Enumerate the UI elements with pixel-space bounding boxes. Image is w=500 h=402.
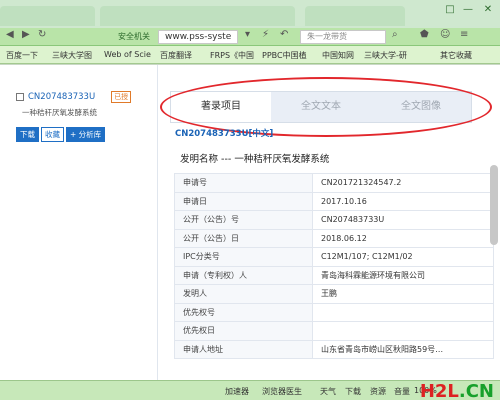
accelerator-item[interactable]: 加速器 <box>225 386 249 397</box>
invention-name-label: 发明名称 --- <box>180 154 232 165</box>
volume-item[interactable]: 音量 <box>394 386 410 397</box>
bookmark-item-other[interactable]: 其它收藏 <box>440 50 472 61</box>
watermark-logo: H2L.CN <box>419 381 494 402</box>
search-input[interactable]: 朱一龙带货 <box>300 30 386 44</box>
table-row: IPC分类号 C12M1/107; C12M1/02 <box>174 247 494 267</box>
refresh-icon[interactable]: ↻ <box>38 29 46 40</box>
bookmark-item[interactable]: PPBC中国植 <box>262 50 307 61</box>
close-button[interactable]: ✕ <box>480 4 496 16</box>
row-key: 申请（专利权）人 <box>174 265 313 285</box>
menu-icon[interactable]: ≡ <box>460 29 468 40</box>
table-row: 申请（专利权）人 青岛海科霖能源环境有限公司 <box>174 265 494 285</box>
row-key: 公开（公告）号 <box>174 210 313 230</box>
browser-tab-1[interactable] <box>0 6 95 26</box>
address-toolbar: ◀ ▶ ↻ 安全机关 www.pss-syste ▾ ⚡ ↶ 朱一龙带货 ⌕ ⬟… <box>0 28 500 46</box>
result-checkbox[interactable] <box>16 93 24 101</box>
status-badge: 已授 <box>111 91 132 103</box>
lightning-icon[interactable]: ⚡ <box>262 29 269 40</box>
browser-doctor-item[interactable]: 浏览器医生 <box>262 386 302 397</box>
row-key: 优先权日 <box>174 321 313 341</box>
back-icon[interactable]: ◀ <box>6 29 14 40</box>
resource-item[interactable]: 资源 <box>370 386 386 397</box>
forward-icon[interactable]: ▶ <box>22 29 30 40</box>
patent-number-link[interactable]: CN207483733U <box>28 92 95 102</box>
row-value: 王鹏 <box>312 284 494 304</box>
row-key: 优先权号 <box>174 302 313 322</box>
browser-tab-3[interactable] <box>305 6 405 26</box>
table-row: 优先权日 <box>174 321 494 341</box>
row-value: C12M1/107; C12M1/02 <box>312 247 494 267</box>
download-button[interactable]: 下载 <box>16 127 39 142</box>
table-row: 申请人地址 山东省青岛市崂山区秋阳路59号… <box>174 339 494 359</box>
favorite-button[interactable]: 收藏 <box>41 127 64 142</box>
detail-panel: 著录项目 全文文本 全文图像 CN207483733U[中文] 发明名称 ---… <box>160 65 494 381</box>
minimize-button[interactable]: — <box>460 4 476 16</box>
bookmarks-bar: 百度一下 三峡大学图 Web of Scie 百度翻译 FRPS《中国 PPBC… <box>0 46 500 64</box>
invention-name: 发明名称 --- 一种秸秆厌氧发酵系统 <box>180 151 329 165</box>
add-analysis-button[interactable]: + 分析库 <box>66 127 106 142</box>
user-icon[interactable]: ☺ <box>440 29 450 40</box>
table-row: 公开（公告）号 CN207483733U <box>174 210 494 230</box>
row-key: 申请号 <box>174 173 313 193</box>
bookmark-item[interactable]: 三峡大学图 <box>52 50 92 61</box>
table-row: 公开（公告）日 2018.06.12 <box>174 228 494 248</box>
bookmark-item[interactable]: 百度翻译 <box>160 50 192 61</box>
row-value: 2018.06.12 <box>312 228 494 248</box>
row-key: 发明人 <box>174 284 313 304</box>
security-label[interactable]: 安全机关 <box>118 31 150 42</box>
patent-short-title[interactable]: 一种秸秆厌氧发酵系统 <box>22 107 97 118</box>
maximize-button[interactable]: □ <box>442 4 458 16</box>
table-row: 申请号 CN201721324547.2 <box>174 173 494 193</box>
bookmark-item[interactable]: 百度一下 <box>6 50 38 61</box>
invention-name-value: 一种秸秆厌氧发酵系统 <box>234 154 330 165</box>
result-list-panel: CN207483733U 已授 一种秸秆厌氧发酵系统 下载 收藏 + 分析库 <box>0 65 158 381</box>
row-key: 申请日 <box>174 191 313 211</box>
row-value: 山东省青岛市崂山区秋阳路59号… <box>312 339 494 359</box>
history-icon[interactable]: ↶ <box>280 29 288 40</box>
weather-item[interactable]: 天气 <box>320 386 336 397</box>
row-value: 青岛海科霖能源环境有限公司 <box>312 265 494 285</box>
browser-title-strip: □ — ✕ <box>0 0 500 28</box>
bookmark-item[interactable]: 三峡大学-研 <box>364 50 407 61</box>
extension-icon[interactable]: ⬟ <box>420 29 429 40</box>
page-content: CN207483733U 已授 一种秸秆厌氧发酵系统 下载 收藏 + 分析库 著… <box>0 64 500 381</box>
row-value <box>312 302 494 322</box>
row-value: 2017.10.16 <box>312 191 494 211</box>
row-value <box>312 321 494 341</box>
download-item[interactable]: 下载 <box>345 386 361 397</box>
scrollbar[interactable] <box>490 165 498 245</box>
status-bar: 加速器 浏览器医生 天气 下载 资源 音量 100% H2L.CN <box>0 380 500 402</box>
patent-header: CN207483733U[中文] <box>175 129 274 139</box>
row-key: 公开（公告）日 <box>174 228 313 248</box>
bookmark-item[interactable]: FRPS《中国 <box>210 50 254 61</box>
bookmark-item[interactable]: 中国知网 <box>322 50 354 61</box>
bibliographic-table: 申请号 CN201721324547.2 申请日 2017.10.16 公开（公告）… <box>174 173 494 359</box>
table-row: 发明人 王鹏 <box>174 284 494 304</box>
address-bar[interactable]: www.pss-syste <box>158 30 238 44</box>
row-value: CN201721324547.2 <box>312 173 494 193</box>
row-value: CN207483733U <box>312 210 494 230</box>
bookmark-item[interactable]: Web of Scie <box>104 50 151 59</box>
browser-tab-2[interactable] <box>100 6 295 26</box>
chevron-down-icon[interactable]: ▾ <box>245 29 250 40</box>
search-icon[interactable]: ⌕ <box>392 29 398 40</box>
row-key: IPC分类号 <box>174 247 313 267</box>
table-row: 申请日 2017.10.16 <box>174 191 494 211</box>
table-row: 优先权号 <box>174 302 494 322</box>
result-item: CN207483733U 已授 <box>16 91 132 103</box>
result-actions: 下载 收藏 + 分析库 <box>16 127 106 142</box>
row-key: 申请人地址 <box>174 339 313 359</box>
